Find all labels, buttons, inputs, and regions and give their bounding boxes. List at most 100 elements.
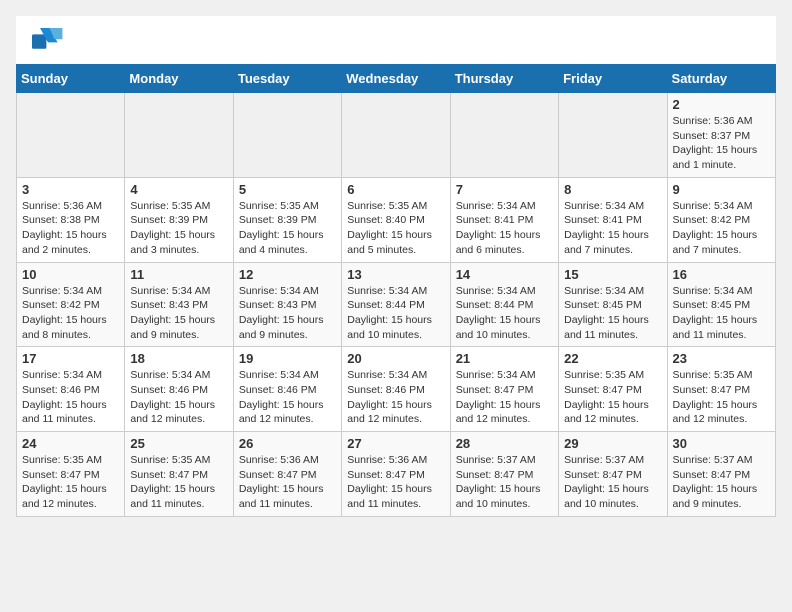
day-number: 20: [347, 351, 444, 366]
calendar-cell: [125, 93, 233, 178]
calendar-table: Sunday Monday Tuesday Wednesday Thursday…: [16, 64, 776, 517]
page-header: [16, 16, 776, 64]
day-number: 23: [673, 351, 770, 366]
day-number: 18: [130, 351, 227, 366]
day-number: 10: [22, 267, 119, 282]
day-number: 29: [564, 436, 661, 451]
calendar-cell: 30Sunrise: 5:37 AMSunset: 8:47 PMDayligh…: [667, 432, 775, 517]
calendar-row: 2 Sunrise: 5:36 AMSunset: 8:37 PMDaylight…: [17, 93, 776, 178]
day-info: Sunrise: 5:34 AMSunset: 8:46 PMDaylight:…: [130, 368, 227, 427]
calendar-cell: 20 Sunrise: 5:34 AMSunset: 8:46 PMDayligh…: [342, 347, 450, 432]
day-info: Sunrise: 5:34 AMSunset: 8:41 PMDaylight:…: [456, 199, 553, 258]
calendar-cell: 26 Sunrise: 5:36 AMSunset: 8:47 PMDayligh…: [233, 432, 341, 517]
calendar-cell: 4 Sunrise: 5:35 AMSunset: 8:39 PMDaylight…: [125, 177, 233, 262]
day-number: 24: [22, 436, 119, 451]
calendar-cell: [17, 93, 125, 178]
day-number: 4: [130, 182, 227, 197]
day-number: 11: [130, 267, 227, 282]
day-number: 2: [673, 97, 770, 112]
day-number: 5: [239, 182, 336, 197]
day-info: Sunrise: 5:34 AMSunset: 8:44 PMDaylight:…: [456, 284, 553, 343]
calendar-cell: [233, 93, 341, 178]
calendar-row: 3Sunrise: 5:36 AMSunset: 8:38 PMDaylight…: [17, 177, 776, 262]
calendar-cell: 14 Sunrise: 5:34 AMSunset: 8:44 PMDayligh…: [450, 262, 558, 347]
day-info: Sunrise: 5:36 AMSunset: 8:37 PMDaylight:…: [673, 114, 770, 173]
day-info: Sunrise: 5:36 AMSunset: 8:47 PMDaylight:…: [239, 453, 336, 512]
calendar-cell: 28 Sunrise: 5:37 AMSunset: 8:47 PMDayligh…: [450, 432, 558, 517]
day-number: 6: [347, 182, 444, 197]
day-info: Sunrise: 5:35 AMSunset: 8:39 PMDaylight:…: [239, 199, 336, 258]
day-number: 27: [347, 436, 444, 451]
calendar-row: 17 Sunrise: 5:34 AMSunset: 8:46 PMDayligh…: [17, 347, 776, 432]
day-info: Sunrise: 5:35 AMSunset: 8:40 PMDaylight:…: [347, 199, 444, 258]
day-info: Sunrise: 5:36 AMSunset: 8:47 PMDaylight:…: [347, 453, 444, 512]
calendar-cell: 19 Sunrise: 5:34 AMSunset: 8:46 PMDayligh…: [233, 347, 341, 432]
day-info: Sunrise: 5:34 AMSunset: 8:41 PMDaylight:…: [564, 199, 661, 258]
header-saturday: Saturday: [667, 65, 775, 93]
header-thursday: Thursday: [450, 65, 558, 93]
calendar-cell: [342, 93, 450, 178]
calendar-cell: 6 Sunrise: 5:35 AMSunset: 8:40 PMDaylight…: [342, 177, 450, 262]
calendar-cell: 3Sunrise: 5:36 AMSunset: 8:38 PMDaylight…: [17, 177, 125, 262]
calendar-cell: [559, 93, 667, 178]
day-info: Sunrise: 5:35 AMSunset: 8:47 PMDaylight:…: [22, 453, 119, 512]
calendar-cell: 29 Sunrise: 5:37 AMSunset: 8:47 PMDayligh…: [559, 432, 667, 517]
calendar-cell: 23 Sunrise: 5:35 AMSunset: 8:47 PMDayligh…: [667, 347, 775, 432]
calendar-cell: 21 Sunrise: 5:34 AMSunset: 8:47 PMDayligh…: [450, 347, 558, 432]
day-info: Sunrise: 5:37 AMSunset: 8:47 PMDaylight:…: [456, 453, 553, 512]
header-sunday: Sunday: [17, 65, 125, 93]
day-info: Sunrise: 5:34 AMSunset: 8:46 PMDaylight:…: [22, 368, 119, 427]
header-friday: Friday: [559, 65, 667, 93]
weekday-row: Sunday Monday Tuesday Wednesday Thursday…: [17, 65, 776, 93]
calendar-cell: 22 Sunrise: 5:35 AMSunset: 8:47 PMDayligh…: [559, 347, 667, 432]
header-monday: Monday: [125, 65, 233, 93]
calendar-cell: 25Sunrise: 5:35 AMSunset: 8:47 PMDayligh…: [125, 432, 233, 517]
header-tuesday: Tuesday: [233, 65, 341, 93]
calendar-cell: 27 Sunrise: 5:36 AMSunset: 8:47 PMDayligh…: [342, 432, 450, 517]
calendar-cell: 15Sunrise: 5:34 AMSunset: 8:45 PMDayligh…: [559, 262, 667, 347]
day-number: 21: [456, 351, 553, 366]
day-number: 30: [673, 436, 770, 451]
calendar-cell: 18 Sunrise: 5:34 AMSunset: 8:46 PMDayligh…: [125, 347, 233, 432]
calendar-cell: 2 Sunrise: 5:36 AMSunset: 8:37 PMDaylight…: [667, 93, 775, 178]
day-info: Sunrise: 5:34 AMSunset: 8:43 PMDaylight:…: [239, 284, 336, 343]
day-info: Sunrise: 5:34 AMSunset: 8:45 PMDaylight:…: [673, 284, 770, 343]
day-number: 22: [564, 351, 661, 366]
day-number: 7: [456, 182, 553, 197]
day-info: Sunrise: 5:34 AMSunset: 8:46 PMDaylight:…: [347, 368, 444, 427]
day-info: Sunrise: 5:34 AMSunset: 8:47 PMDaylight:…: [456, 368, 553, 427]
day-info: Sunrise: 5:34 AMSunset: 8:44 PMDaylight:…: [347, 284, 444, 343]
day-info: Sunrise: 5:34 AMSunset: 8:46 PMDaylight:…: [239, 368, 336, 427]
day-number: 19: [239, 351, 336, 366]
day-number: 12: [239, 267, 336, 282]
day-number: 9: [673, 182, 770, 197]
day-number: 17: [22, 351, 119, 366]
calendar-body: 2 Sunrise: 5:36 AMSunset: 8:37 PMDaylight…: [17, 93, 776, 517]
calendar-cell: 16 Sunrise: 5:34 AMSunset: 8:45 PMDayligh…: [667, 262, 775, 347]
calendar-cell: 9Sunrise: 5:34 AMSunset: 8:42 PMDaylight…: [667, 177, 775, 262]
day-number: 16: [673, 267, 770, 282]
calendar-cell: 5 Sunrise: 5:35 AMSunset: 8:39 PMDaylight…: [233, 177, 341, 262]
day-info: Sunrise: 5:34 AMSunset: 8:45 PMDaylight:…: [564, 284, 661, 343]
logo-icon: [32, 28, 64, 56]
header-wednesday: Wednesday: [342, 65, 450, 93]
calendar-cell: 11Sunrise: 5:34 AMSunset: 8:43 PMDayligh…: [125, 262, 233, 347]
calendar-row: 10Sunrise: 5:34 AMSunset: 8:42 PMDayligh…: [17, 262, 776, 347]
day-info: Sunrise: 5:35 AMSunset: 8:47 PMDaylight:…: [564, 368, 661, 427]
calendar-page: Sunday Monday Tuesday Wednesday Thursday…: [16, 16, 776, 517]
calendar-cell: 12 Sunrise: 5:34 AMSunset: 8:43 PMDayligh…: [233, 262, 341, 347]
calendar-cell: 7 Sunrise: 5:34 AMSunset: 8:41 PMDaylight…: [450, 177, 558, 262]
calendar-cell: 24 Sunrise: 5:35 AMSunset: 8:47 PMDayligh…: [17, 432, 125, 517]
day-info: Sunrise: 5:35 AMSunset: 8:39 PMDaylight:…: [130, 199, 227, 258]
day-number: 28: [456, 436, 553, 451]
calendar-cell: 17 Sunrise: 5:34 AMSunset: 8:46 PMDayligh…: [17, 347, 125, 432]
calendar-cell: 13Sunrise: 5:34 AMSunset: 8:44 PMDayligh…: [342, 262, 450, 347]
calendar-row: 24 Sunrise: 5:35 AMSunset: 8:47 PMDayligh…: [17, 432, 776, 517]
day-info: Sunrise: 5:35 AMSunset: 8:47 PMDaylight:…: [130, 453, 227, 512]
day-number: 26: [239, 436, 336, 451]
calendar-header: Sunday Monday Tuesday Wednesday Thursday…: [17, 65, 776, 93]
day-info: Sunrise: 5:35 AMSunset: 8:47 PMDaylight:…: [673, 368, 770, 427]
day-info: Sunrise: 5:37 AMSunset: 8:47 PMDaylight:…: [564, 453, 661, 512]
day-number: 14: [456, 267, 553, 282]
calendar-cell: [450, 93, 558, 178]
